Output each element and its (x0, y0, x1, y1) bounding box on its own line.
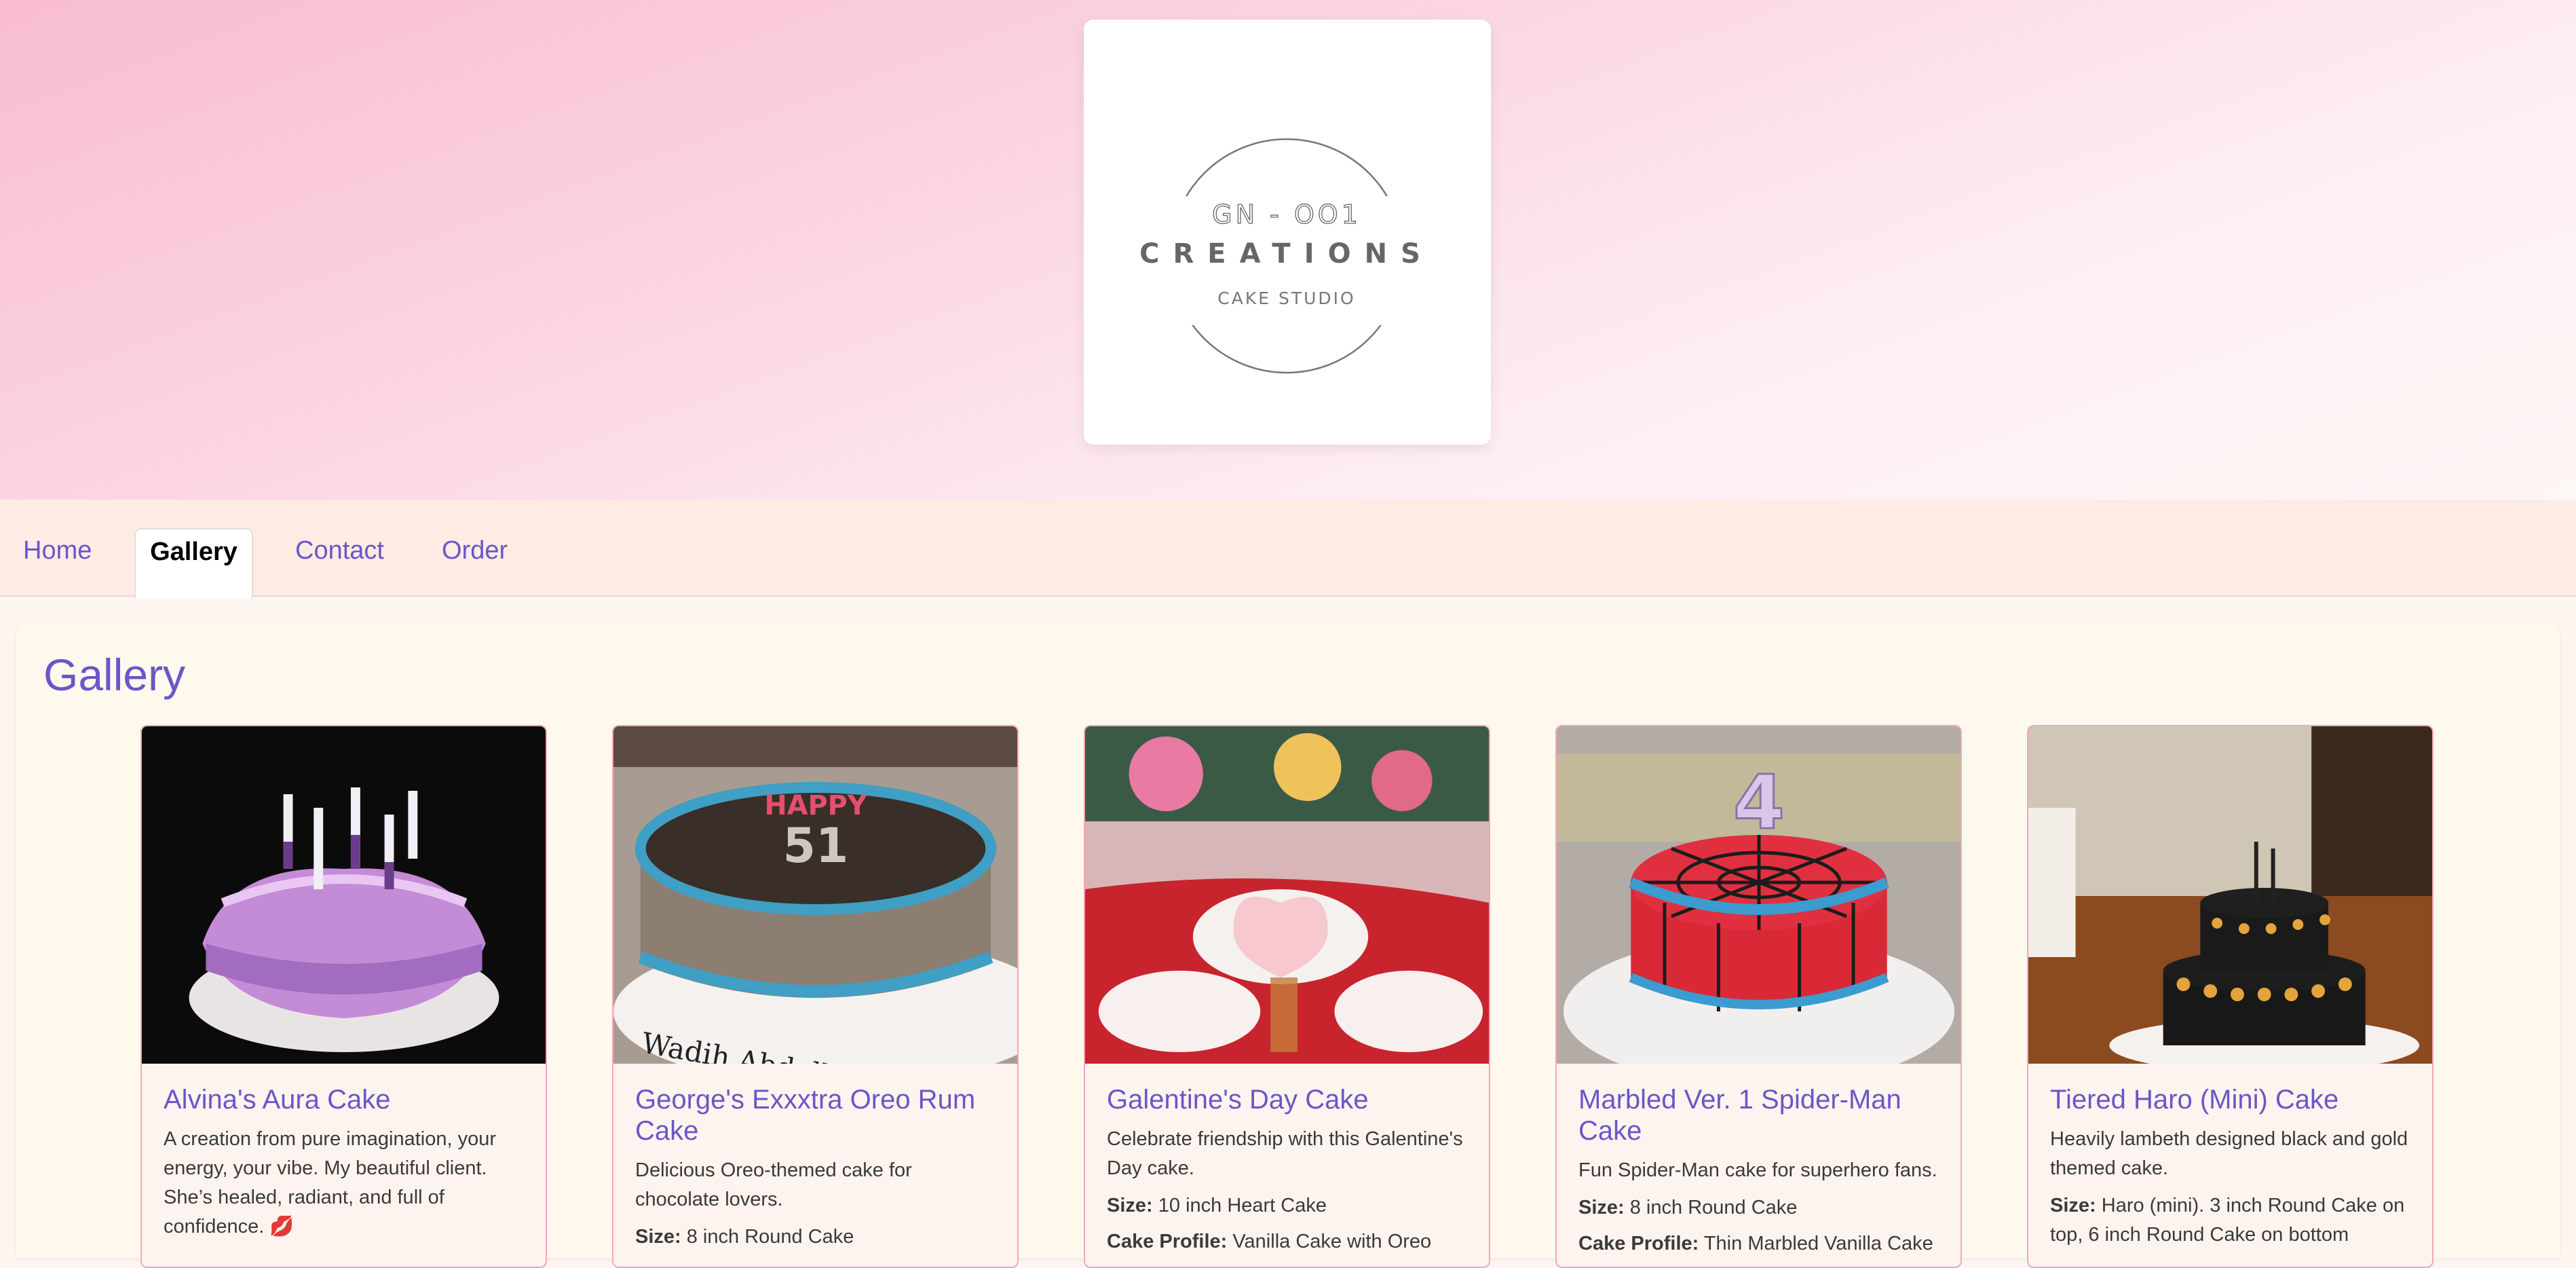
header-banner: GN - OO1 CREATIONS CAKE STUDIO (0, 0, 2576, 500)
card-title: George's Exxxtra Oreo Rum Cake (635, 1085, 976, 1146)
tab-home[interactable]: Home (4, 528, 111, 597)
main-nav: Home Gallery Contact Order (0, 500, 2576, 598)
cake-image-spiderman: 4 (1557, 726, 1961, 1064)
tab-gallery[interactable]: Gallery (134, 528, 253, 598)
gallery-card[interactable]: Galentine's Day Cake Celebrate friendshi… (1084, 725, 1490, 1268)
card-title: Alvina's Aura Cake (164, 1085, 391, 1115)
card-size: Size: 8 inch Round Cake (635, 1226, 854, 1248)
logo-brand: CREATIONS (1139, 238, 1434, 269)
svg-text:51: 51 (783, 819, 849, 874)
svg-text:HAPPY: HAPPY (765, 790, 868, 821)
card-profile: Cake Profile: Vanilla Cake with Oreo (1107, 1231, 1432, 1252)
page-title: Gallery (43, 650, 186, 700)
gallery-card[interactable]: 4 Marbled Ver. 1 Spider-Man Cake Fun Spi… (1555, 725, 1962, 1268)
tab-order[interactable]: Order (423, 528, 527, 597)
cake-image-oreo: HAPPY 51 Wadih Abdallah (613, 726, 1017, 1064)
card-description: Celebrate friendship with this Galentine… (1107, 1128, 1463, 1179)
card-title: Galentine's Day Cake (1107, 1085, 1369, 1115)
logo-tagline: CAKE STUDIO (1217, 288, 1355, 308)
gallery-card[interactable]: Tiered Haro (Mini) Cake Heavily lambeth … (2027, 725, 2433, 1268)
card-description: Heavily lambeth designed black and gold … (2050, 1128, 2408, 1179)
cake-image-aura (142, 726, 546, 1064)
card-profile: Cake Profile: Thin Marbled Vanilla Cake (1578, 1233, 1933, 1254)
card-description: Delicious Oreo-themed cake for chocolate… (635, 1159, 912, 1210)
card-description: A creation from pure imagination, your e… (164, 1128, 497, 1237)
logo-card: GN - OO1 CREATIONS CAKE STUDIO (1084, 20, 1491, 445)
svg-text:4: 4 (1733, 759, 1785, 846)
card-size: Size: 8 inch Round Cake (1578, 1197, 1798, 1218)
gallery-card[interactable]: HAPPY 51 Wadih Abdallah George's Exxxtra… (612, 725, 1019, 1268)
gallery-card[interactable]: Alvina's Aura Cake A creation from pure … (140, 725, 547, 1268)
card-title: Marbled Ver. 1 Spider-Man Cake (1578, 1085, 1901, 1146)
cake-image-haro (2028, 726, 2432, 1064)
card-description: Fun Spider-Man cake for superhero fans. (1578, 1159, 1937, 1181)
card-size: Size: 10 inch Heart Cake (1107, 1195, 1327, 1216)
logo-top-line: GN - OO1 (1212, 200, 1361, 229)
card-size: Size: Haro (mini). 3 inch Round Cake on … (2050, 1195, 2405, 1246)
logo: GN - OO1 CREATIONS CAKE STUDIO (1131, 138, 1443, 374)
card-title: Tiered Haro (Mini) Cake (2050, 1085, 2339, 1115)
cake-image-galentine (1085, 726, 1489, 1064)
tab-contact[interactable]: Contact (276, 528, 403, 597)
gallery-section: Gallery Alvina's Aura Cake A creation fr… (16, 623, 2560, 1268)
